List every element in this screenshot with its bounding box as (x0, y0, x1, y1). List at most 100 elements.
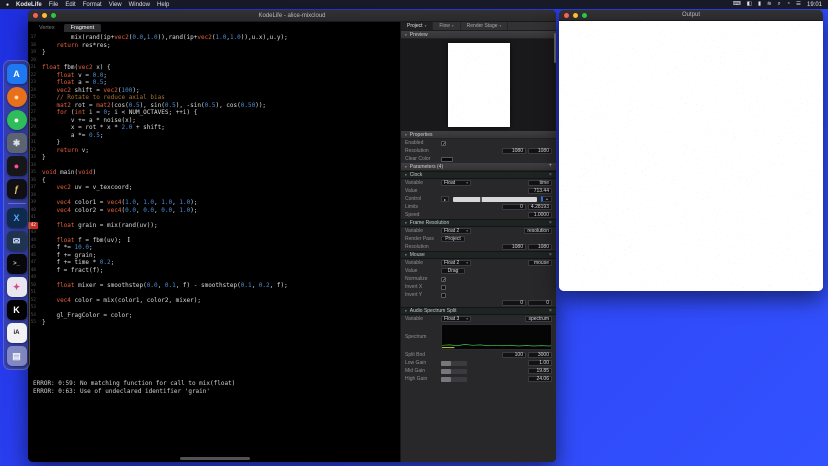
code-editor[interactable]: VertexFragment 17 mix(rand(ip+vec2(0.0,1… (28, 22, 400, 462)
panel-scrollbar[interactable] (554, 33, 556, 63)
dock-item-firefox[interactable]: ● (7, 87, 27, 107)
dock-item-mail[interactable]: ✉ (7, 231, 27, 251)
remove-parameter-icon[interactable]: × (549, 220, 552, 226)
gain-slider[interactable] (441, 361, 467, 366)
apple-menu-icon[interactable]: ● (6, 2, 9, 8)
add-parameter-icon[interactable]: + (548, 164, 552, 169)
time-slider[interactable] (453, 197, 537, 202)
code-line-26[interactable]: 26 mat2 rot = mat2(cos(0.5), sin(0.5), -… (28, 102, 400, 110)
type-dropdown[interactable]: Float 3 (441, 316, 471, 322)
value-field[interactable]: 713.44 (528, 188, 552, 194)
stepper-control[interactable]: ▴ (541, 196, 552, 202)
code-line-52[interactable]: 52 vec4 color = mix(color1, color2, mixe… (28, 297, 400, 305)
value-field[interactable]: 19.85 (528, 368, 552, 374)
dock-item-paint-app[interactable]: ✦ (7, 277, 27, 297)
checkbox[interactable] (441, 277, 446, 282)
gain-slider[interactable] (441, 369, 467, 374)
code-area[interactable]: 17 mix(rand(ip+vec2(0.0,1.0)),rand(ip+ve… (28, 32, 400, 327)
notification-center-icon[interactable]: ☰ (796, 1, 801, 8)
code-line-21[interactable]: 21float fbm(vec2 x) { (28, 64, 400, 72)
value-field[interactable]: 3000 (528, 352, 552, 358)
panel-tab-render-stage[interactable]: Render Stage▾ (461, 22, 509, 30)
variable-name-field[interactable]: mouse (528, 260, 552, 266)
zoom-button[interactable] (51, 13, 56, 18)
value-field[interactable]: 0 (528, 300, 552, 306)
remove-parameter-icon[interactable]: × (549, 308, 552, 314)
code-line-50[interactable]: 50 float mixer = smoothstep(0.0, 0.1, f)… (28, 282, 400, 290)
value-field[interactable]: 1.0000 (528, 212, 552, 218)
code-line-48[interactable]: 48 f = fract(f); (28, 267, 400, 275)
control-center-icon[interactable]: ◔ (787, 1, 790, 8)
code-line-49[interactable]: 49 (28, 274, 400, 282)
code-line-24[interactable]: 24 vec2 shift = vec2(100); (28, 87, 400, 95)
dock-item-audio-app[interactable]: ƒ (7, 179, 27, 199)
slider-thumb[interactable] (480, 197, 482, 202)
output-titlebar[interactable]: Output (559, 10, 823, 21)
code-line-33[interactable]: 33} (28, 154, 400, 162)
code-line-44[interactable]: 44 float f = fbm(uv);I (28, 237, 400, 245)
code-line-31[interactable]: 31 } (28, 139, 400, 147)
value-field[interactable]: 24.06 (528, 376, 552, 382)
value-field[interactable]: 1080 (502, 244, 526, 250)
checkbox[interactable] (441, 293, 446, 298)
dock-item-utilities-app[interactable]: ✱ (7, 133, 27, 153)
minimize-button[interactable] (42, 13, 47, 18)
checkbox[interactable] (441, 285, 446, 290)
dock-item-green-app[interactable]: ● (7, 110, 27, 130)
value-field[interactable]: 1080 (502, 148, 526, 154)
param-group-clock[interactable]: ▾Clock× (401, 171, 556, 179)
search-icon[interactable]: ⌕ (778, 1, 781, 8)
code-line-36[interactable]: 36{ (28, 177, 400, 185)
code-line-23[interactable]: 23 float a = 0.5; (28, 79, 400, 87)
dock-item-terminal[interactable]: >_ (7, 254, 27, 274)
code-line-27[interactable]: 27 for (int i = 0; i < NUM_OCTAVES; ++i)… (28, 109, 400, 117)
dock-item-xcode[interactable]: X (7, 208, 27, 228)
wifi-icon[interactable]: ≋ (767, 1, 772, 8)
code-line-55[interactable]: 55} (28, 319, 400, 327)
dock-item-voice-app[interactable]: ● (7, 156, 27, 176)
menu-window[interactable]: Window (129, 2, 150, 8)
menu-edit[interactable]: Edit (65, 2, 75, 8)
editor-horizontal-scrollbar[interactable] (180, 457, 250, 460)
code-line-29[interactable]: 29 x = rot * x * 2.0 + shift; (28, 124, 400, 132)
variable-name-field[interactable]: resolution (524, 228, 552, 234)
minimize-button[interactable] (573, 13, 578, 18)
value-field[interactable]: 1080 (528, 148, 552, 154)
panel-tab-project[interactable]: Project▾ (401, 22, 433, 30)
menubar-app-name[interactable]: KodeLife (16, 2, 42, 8)
code-line-17[interactable]: 17 mix(rand(ip+vec2(0.0,1.0)),rand(ip+ve… (28, 34, 400, 42)
code-line-30[interactable]: 30 a *= 0.5; (28, 132, 400, 140)
dock-item-ia-writer[interactable]: iA (7, 323, 27, 343)
param-group-audio-spectrum-split[interactable]: ▾Audio Spectrum Split× (401, 307, 556, 315)
code-line-32[interactable]: 32 return v; (28, 147, 400, 155)
code-line-35[interactable]: 35void main(void) (28, 169, 400, 177)
section-properties[interactable]: ▾Properties (401, 131, 556, 139)
dock-item-kodelife[interactable]: K (7, 300, 27, 320)
gain-slider[interactable] (441, 377, 467, 382)
section-preview[interactable]: ▾Preview (401, 31, 556, 39)
code-line-22[interactable]: 22 float v = 0.0; (28, 72, 400, 80)
battery-icon[interactable]: ▮ (758, 1, 761, 8)
type-dropdown[interactable]: Float (441, 180, 471, 186)
code-line-42[interactable]: 42 float grain = mix(rand(uv)); (28, 222, 400, 230)
code-line-41[interactable]: 41 (28, 214, 400, 222)
value-field[interactable]: 4.28193 (528, 204, 552, 210)
type-dropdown[interactable]: Float 2 (441, 260, 471, 266)
code-line-28[interactable]: 28 v += a * noise(x); (28, 117, 400, 125)
value-field[interactable]: 0 (502, 300, 526, 306)
code-line-34[interactable]: 34 (28, 162, 400, 170)
dropdown-button[interactable]: Project (441, 236, 465, 242)
code-line-54[interactable]: 54 gl_FragColor = color; (28, 312, 400, 320)
dock-item-app-store[interactable]: A (7, 64, 27, 84)
param-group-frame-resolution[interactable]: ▾Frame Resolution× (401, 219, 556, 227)
close-button[interactable] (33, 13, 38, 18)
code-line-37[interactable]: 37 vec2 uv = v_texcoord; (28, 184, 400, 192)
zoom-button[interactable] (582, 13, 587, 18)
remove-parameter-icon[interactable]: × (549, 172, 552, 178)
dropdown-button[interactable]: Drag (441, 268, 465, 274)
type-dropdown[interactable]: Float 2 (441, 228, 471, 234)
value-field[interactable]: 1080 (528, 244, 552, 250)
code-line-20[interactable]: 20 (28, 57, 400, 65)
kodelife-titlebar[interactable]: KodeLife - alice-mixcloud (28, 10, 556, 22)
value-field[interactable]: 100 (502, 352, 526, 358)
